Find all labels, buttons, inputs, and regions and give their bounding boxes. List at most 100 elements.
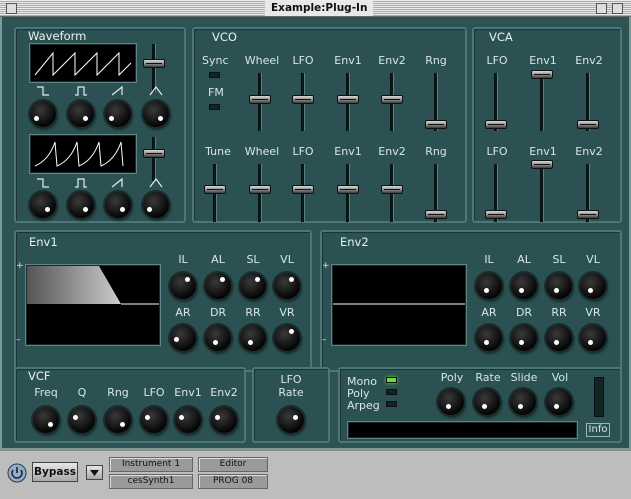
- env2-plus: +: [322, 261, 330, 271]
- vca2-lfo-fader[interactable]: [485, 210, 507, 219]
- env1-sl-knob[interactable]: [240, 273, 266, 299]
- vco2-wheel-fader[interactable]: [249, 185, 271, 194]
- env1-il-label: IL: [178, 253, 188, 266]
- vcf-freq-knob[interactable]: [33, 407, 59, 433]
- vcf-freq-label: Freq: [34, 386, 58, 399]
- slide-knob[interactable]: [510, 389, 536, 415]
- poly-knob[interactable]: [438, 389, 464, 415]
- vco-rng-fader[interactable]: [425, 120, 447, 129]
- info-display: [348, 422, 577, 438]
- env1-title: Env1: [29, 235, 58, 249]
- vco2-env1-fader[interactable]: [337, 185, 359, 194]
- vca2-env1-fader[interactable]: [531, 160, 553, 169]
- lfo-rate-label: Rate: [278, 386, 304, 399]
- close-box[interactable]: [6, 3, 17, 14]
- waveform-display-2: [30, 135, 136, 173]
- vco2-rng-label: Rng: [425, 145, 447, 158]
- vcf-q-knob[interactable]: [69, 407, 95, 433]
- env2-vr-knob[interactable]: [580, 325, 606, 351]
- vca2-lfo-label: LFO: [486, 145, 508, 158]
- vca-env2-label: Env2: [575, 54, 603, 67]
- vco2-wheel-label: Wheel: [244, 145, 280, 158]
- zoom-box[interactable]: [596, 3, 607, 14]
- vco-title: VCO: [212, 30, 237, 44]
- collapse-box[interactable]: [612, 3, 623, 14]
- poly-led[interactable]: [386, 389, 397, 395]
- vcf-q-label: Q: [77, 386, 87, 399]
- env2-sl-knob[interactable]: [546, 273, 572, 299]
- waveform-knob-7[interactable]: [105, 192, 131, 218]
- vcf-lfo-knob[interactable]: [141, 407, 167, 433]
- waveform-knob-5[interactable]: [30, 192, 56, 218]
- synth-button[interactable]: cesSynth1: [109, 474, 193, 489]
- tune-fader[interactable]: [204, 185, 226, 194]
- env1-dr-knob[interactable]: [205, 325, 231, 351]
- vco-rng-label: Rng: [425, 54, 447, 67]
- env1-rr-knob[interactable]: [240, 325, 266, 351]
- bypass-menu-button[interactable]: [86, 465, 103, 480]
- env1-ar-knob[interactable]: [170, 325, 196, 351]
- vca-env1-fader[interactable]: [531, 70, 553, 79]
- waveform-knob-8[interactable]: [143, 192, 169, 218]
- vco2-env2-fader[interactable]: [381, 185, 403, 194]
- pulse-wave-icon: [75, 178, 87, 188]
- rate-knob-label: Rate: [475, 371, 501, 384]
- waveform-fader-2[interactable]: [143, 149, 165, 158]
- arpeg-led[interactable]: [386, 401, 397, 407]
- env2-rr-knob[interactable]: [546, 325, 572, 351]
- fm-led[interactable]: [209, 104, 220, 110]
- env1-al-knob[interactable]: [205, 273, 231, 299]
- env2-il-knob[interactable]: [476, 273, 502, 299]
- vco-lfo-fader[interactable]: [292, 95, 314, 104]
- env2-vl-knob[interactable]: [580, 273, 606, 299]
- vco2-rng-fader[interactable]: [425, 210, 447, 219]
- env1-vl-knob[interactable]: [274, 273, 300, 299]
- env1-dr-label: DR: [209, 306, 227, 319]
- vco2-lfo-fader[interactable]: [292, 185, 314, 194]
- vca-lfo-fader[interactable]: [485, 120, 507, 129]
- fm-label: FM: [208, 86, 224, 99]
- vcf-title: VCF: [28, 369, 51, 383]
- waveform-knob-6[interactable]: [68, 192, 94, 218]
- waveform-knob-1[interactable]: [30, 101, 56, 127]
- waveform-display-1: [30, 44, 136, 82]
- instrument-button[interactable]: Instrument 1: [109, 457, 193, 472]
- waveform-fader-1[interactable]: [143, 59, 165, 68]
- vcf-env1-knob[interactable]: [175, 407, 201, 433]
- waveform-knob-3[interactable]: [105, 101, 131, 127]
- waveform-knob-2[interactable]: [68, 101, 94, 127]
- vco-env1-fader[interactable]: [337, 95, 359, 104]
- vco-wheel-fader[interactable]: [249, 95, 271, 104]
- mono-led[interactable]: [386, 377, 397, 383]
- env2-dr-knob[interactable]: [511, 325, 537, 351]
- env2-ar-knob[interactable]: [476, 325, 502, 351]
- editor-button[interactable]: Editor: [198, 457, 268, 472]
- vco-env2-label: Env2: [378, 54, 406, 67]
- env2-al-knob[interactable]: [511, 273, 537, 299]
- vca-env2-fader[interactable]: [577, 120, 599, 129]
- waveform-slot-2: [152, 137, 156, 181]
- prog-button[interactable]: PROG 08: [198, 474, 268, 489]
- square-wave-icon: [37, 178, 49, 188]
- plugin-body: Waveform VCO Sync FM Wheel LFO Env1 Env2…: [0, 17, 631, 450]
- env1-il-knob[interactable]: [170, 273, 196, 299]
- sync-led[interactable]: [209, 72, 220, 78]
- env2-il-label: IL: [484, 253, 494, 266]
- env2-vl-label: VL: [586, 253, 600, 266]
- vca-env1-slot: [540, 73, 544, 131]
- env1-vr-knob[interactable]: [274, 325, 300, 351]
- bypass-button[interactable]: Bypass: [32, 462, 78, 482]
- sync-label: Sync: [202, 54, 229, 67]
- power-icon[interactable]: [6, 462, 28, 484]
- info-button[interactable]: Info: [586, 423, 610, 437]
- vco2-env1-label: Env1: [334, 145, 362, 158]
- lfo-rate-knob[interactable]: [278, 407, 304, 433]
- waveform-knob-4[interactable]: [143, 101, 169, 127]
- lfo-title: LFO: [280, 373, 302, 386]
- rate-knob[interactable]: [474, 389, 500, 415]
- vol-knob[interactable]: [546, 389, 572, 415]
- vco-env2-fader[interactable]: [381, 95, 403, 104]
- vcf-env2-knob[interactable]: [211, 407, 237, 433]
- vcf-rng-knob[interactable]: [105, 407, 131, 433]
- vca2-env2-fader[interactable]: [577, 210, 599, 219]
